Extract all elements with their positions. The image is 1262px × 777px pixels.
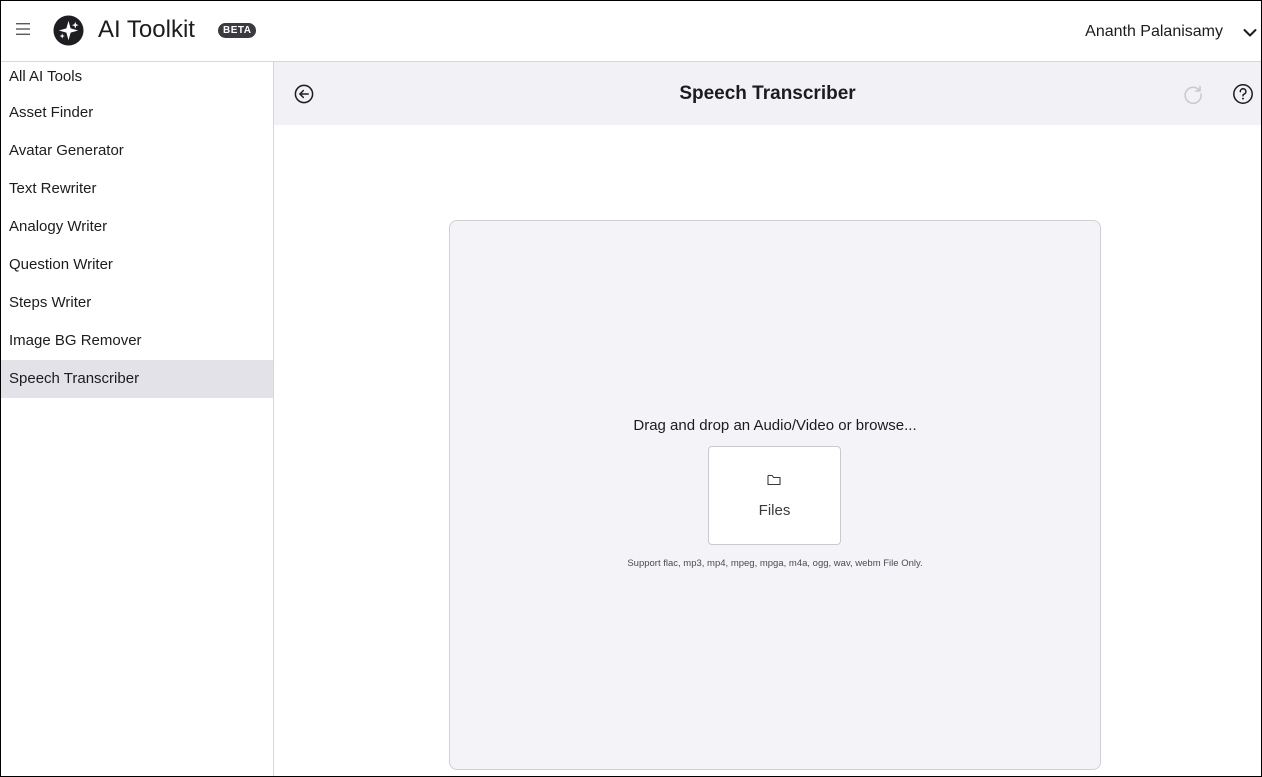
sidebar-item-label: Steps Writer bbox=[9, 294, 92, 311]
sidebar-item-text-rewriter[interactable]: Text Rewriter bbox=[1, 170, 273, 208]
user-name[interactable]: Ananth Palanisamy bbox=[1085, 22, 1223, 42]
sidebar-item-speech-transcriber[interactable]: Speech Transcriber bbox=[1, 360, 273, 398]
tool-header: Speech Transcriber bbox=[274, 62, 1261, 125]
sidebar: All AI Tools Asset Finder Avatar Generat… bbox=[1, 62, 274, 776]
app-title: AI Toolkit bbox=[98, 16, 195, 43]
sidebar-item-avatar-generator[interactable]: Avatar Generator bbox=[1, 132, 273, 170]
hamburger-menu-icon[interactable] bbox=[16, 22, 30, 36]
sidebar-item-steps-writer[interactable]: Steps Writer bbox=[1, 284, 273, 322]
app-window: AI Toolkit BETA Ananth Palanisamy All AI… bbox=[0, 0, 1262, 777]
sidebar-item-label: Speech Transcriber bbox=[9, 370, 140, 387]
page-title: Speech Transcriber bbox=[679, 83, 856, 104]
sidebar-item-label: Asset Finder bbox=[9, 104, 94, 121]
chevron-down-icon[interactable] bbox=[1243, 25, 1257, 37]
files-button-label: Files bbox=[758, 502, 791, 519]
help-icon[interactable] bbox=[1232, 83, 1254, 105]
sidebar-item-label: Image BG Remover bbox=[9, 332, 142, 349]
sidebar-item-asset-finder[interactable]: Asset Finder bbox=[1, 94, 273, 132]
sidebar-item-label: Question Writer bbox=[9, 256, 113, 273]
refresh-icon[interactable] bbox=[1182, 83, 1204, 105]
supported-formats-text: Support flac, mp3, mp4, mpeg, mpga, m4a,… bbox=[627, 558, 923, 569]
sidebar-item-all-ai-tools[interactable]: All AI Tools bbox=[1, 60, 273, 94]
sidebar-item-label: Avatar Generator bbox=[9, 142, 124, 159]
browse-files-button[interactable]: Files bbox=[708, 446, 841, 545]
beta-badge: BETA bbox=[218, 23, 257, 38]
sidebar-item-image-bg-remover[interactable]: Image BG Remover bbox=[1, 322, 273, 360]
sidebar-item-label: All AI Tools bbox=[9, 68, 83, 85]
sidebar-item-question-writer[interactable]: Question Writer bbox=[1, 246, 273, 284]
sidebar-item-label: Analogy Writer bbox=[9, 218, 108, 235]
sidebar-item-analogy-writer[interactable]: Analogy Writer bbox=[1, 208, 273, 246]
folder-icon bbox=[767, 473, 781, 486]
file-drop-zone[interactable]: Drag and drop an Audio/Video or browse..… bbox=[449, 220, 1101, 770]
top-bar: AI Toolkit BETA Ananth Palanisamy bbox=[1, 1, 1261, 62]
sparkle-logo-icon bbox=[53, 15, 84, 46]
main-content: Speech Transcriber Drag and drop an Audi… bbox=[274, 62, 1261, 776]
drop-prompt: Drag and drop an Audio/Video or browse..… bbox=[633, 417, 917, 434]
sidebar-item-label: Text Rewriter bbox=[9, 180, 97, 197]
